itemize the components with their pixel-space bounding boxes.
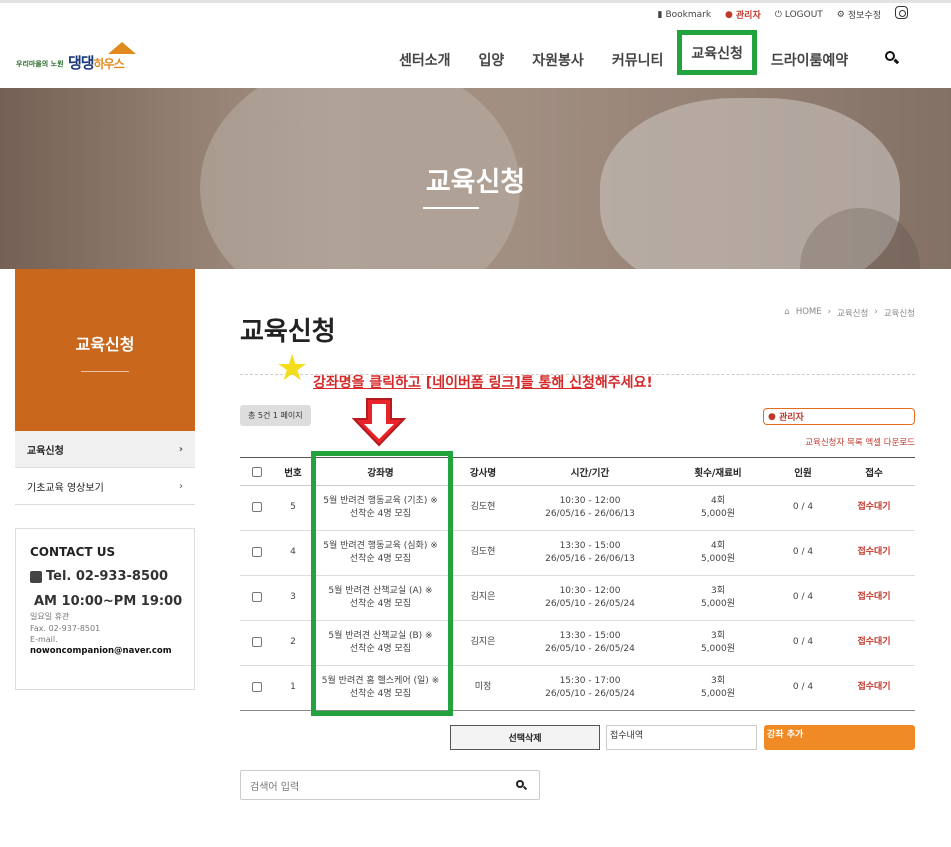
table-row: 4 5월 반려견 행동교육 (심화) ※ 선착순 4명 모집 김도현 13:30 … xyxy=(240,530,915,576)
admin-link[interactable]: ● 관리자 xyxy=(725,8,761,22)
row-checkbox[interactable] xyxy=(252,546,262,557)
row-checkbox[interactable] xyxy=(252,501,262,512)
sidebar-divider xyxy=(81,371,129,372)
contact-box: CONTACT US Tel. 02-933-8500 AM 10:00~PM … xyxy=(15,528,195,690)
col-header: 강사명 xyxy=(449,457,517,486)
nav-item-education[interactable]: 교육신청 xyxy=(677,30,757,75)
chevron-right-icon: › xyxy=(178,443,183,455)
page-title: 교육신청 xyxy=(240,317,336,347)
receipt-select[interactable]: 접수내역 xyxy=(606,725,757,750)
table-row: 2 5월 반려견 산책교실 (B) ※ 선착순 4명 모집 김지은 13:30 -… xyxy=(240,620,915,666)
status-badge[interactable]: 접수대기 xyxy=(833,665,915,711)
star-icon: ★ xyxy=(276,348,309,389)
utility-bar: ▮ Bookmark ● 관리자 ⏻ LOGOUT ⚙ 정보수정 xyxy=(658,8,912,22)
breadcrumb-current: 교육신청 xyxy=(883,309,915,319)
table-row: 1 5월 반려견 홈 헬스케어 (일) ※ 선착순 4명 모집 미정 15:30 … xyxy=(240,665,915,711)
count-badge: 총 5건 1 페이지 xyxy=(240,405,311,426)
contact-heading: CONTACT US xyxy=(30,545,116,559)
contact-email-label: E-mail. xyxy=(30,635,58,644)
status-badge[interactable]: 접수대기 xyxy=(833,530,915,576)
user-icon: ● xyxy=(768,411,776,422)
row-checkbox[interactable] xyxy=(252,591,262,602)
course-link[interactable]: 5월 반려견 홈 헬스케어 (일) ※ 선착순 4명 모집 xyxy=(312,665,449,711)
admin-button[interactable]: ● 관리자 xyxy=(763,408,915,425)
contact-tel: Tel. 02-933-8500 xyxy=(30,569,180,584)
table-row: 5 5월 반려견 행동교육 (기초) ※ 선착순 4명 모집 김도현 10:30 … xyxy=(240,485,915,531)
search-icon[interactable] xyxy=(516,780,528,791)
down-arrow-icon xyxy=(352,398,406,447)
add-course-button[interactable]: 강좌 추가 xyxy=(764,725,915,750)
power-icon: ⏻ xyxy=(774,9,782,20)
instagram-icon[interactable] xyxy=(895,6,908,19)
logo-text: 댕댕하우스 xyxy=(68,54,125,72)
col-header: 강좌명 xyxy=(312,457,449,486)
notice-text: 강좌명을 클릭하고 [네이버폼 링크]를 통해 신청해주세요! xyxy=(313,375,653,391)
gear-icon: ⚙ xyxy=(836,9,845,20)
col-header: 번호 xyxy=(274,457,312,486)
contact-fax: Fax. 02-937-8501 xyxy=(30,624,101,633)
course-link[interactable]: 5월 반려견 행동교육 (기초) ※ 선착순 4명 모집 xyxy=(312,485,449,531)
course-table: 번호 강좌명 강사명 시간/기간 횟수/재료비 인원 접수 5 5월 반려견 행… xyxy=(240,457,915,711)
phone-icon xyxy=(30,570,42,583)
contact-email[interactable]: nowoncompanion@naver.com xyxy=(30,646,180,656)
nav-item-dryroom[interactable]: 드라이룸예약 xyxy=(757,40,862,80)
search-placeholder: 검색어 입력 xyxy=(250,781,300,793)
nav-item-center[interactable]: 센터소개 xyxy=(385,40,465,80)
page-banner: 교육신청 xyxy=(0,88,951,269)
search-icon[interactable] xyxy=(885,51,900,65)
sidebar-title: 교육신청 xyxy=(75,335,135,354)
nav-item-volunteer[interactable]: 자원봉사 xyxy=(518,40,598,80)
row-checkbox[interactable] xyxy=(252,681,262,692)
profile-edit-link[interactable]: ⚙ 정보수정 xyxy=(836,8,881,22)
banner-underline xyxy=(423,207,479,209)
bookmark-link[interactable]: ▮ Bookmark xyxy=(658,10,712,20)
contact-holiday: 일요일 휴관 xyxy=(30,612,70,621)
contact-hours: AM 10:00~PM 19:00 xyxy=(34,594,183,609)
status-badge[interactable]: 접수대기 xyxy=(833,620,915,666)
course-link[interactable]: 5월 반려견 행동교육 (심화) ※ 선착순 4명 모집 xyxy=(312,530,449,576)
site-logo[interactable]: 우리마을의 노원 댕댕하우스 xyxy=(16,42,141,74)
table-row: 3 5월 반려견 산책교실 (A) ※ 선착순 4명 모집 김지은 10:30 -… xyxy=(240,575,915,621)
col-header: 시간/기간 xyxy=(517,457,663,486)
nav-item-adoption[interactable]: 입양 xyxy=(465,40,519,80)
col-header: 횟수/재료비 xyxy=(663,457,773,486)
table-header-row: 번호 강좌명 강사명 시간/기간 횟수/재료비 인원 접수 xyxy=(240,457,915,486)
course-link[interactable]: 5월 반려견 산책교실 (B) ※ 선착순 4명 모집 xyxy=(312,620,449,666)
excel-download-link[interactable]: 교육신청자 목록 엑셀 다운로드 xyxy=(805,436,915,448)
main-nav: 센터소개 입양 자원봉사 커뮤니티 교육신청 드라이룸예약 xyxy=(385,30,862,80)
home-icon: ⌂ xyxy=(784,307,790,317)
delete-selected-button[interactable]: 선택삭제 xyxy=(450,725,600,750)
logo-small-text: 우리마을의 노원 xyxy=(16,60,64,68)
select-all-checkbox[interactable] xyxy=(252,466,262,477)
breadcrumb-level1[interactable]: 교육신청 xyxy=(837,307,868,319)
col-header: 인원 xyxy=(773,457,833,486)
search-input[interactable]: 검색어 입력 xyxy=(240,770,540,800)
logout-link[interactable]: ⏻ LOGOUT xyxy=(775,10,823,20)
sidebar-item-education[interactable]: 교육신청 › xyxy=(15,431,195,468)
col-header: 접수 xyxy=(833,457,915,486)
bookmark-icon: ▮ xyxy=(657,9,663,20)
row-checkbox[interactable] xyxy=(252,636,262,647)
breadcrumb: ⌂ HOME › 교육신청 › 교육신청 xyxy=(784,307,915,319)
breadcrumb-home[interactable]: HOME xyxy=(796,307,822,319)
status-badge[interactable]: 접수대기 xyxy=(833,485,915,531)
sidebar-header: 교육신청 xyxy=(15,269,195,431)
house-roof-icon xyxy=(108,42,136,54)
chevron-right-icon: › xyxy=(179,480,183,492)
nav-item-community[interactable]: 커뮤니티 xyxy=(598,40,678,80)
course-link[interactable]: 5월 반려견 산책교실 (A) ※ 선착순 4명 모집 xyxy=(312,575,449,621)
sidebar-item-video[interactable]: 기초교육 영상보기 › xyxy=(15,468,195,505)
banner-title: 교육신청 xyxy=(425,167,526,198)
user-icon: ● xyxy=(725,9,733,20)
top-border xyxy=(0,0,951,3)
status-badge[interactable]: 접수대기 xyxy=(833,575,915,621)
